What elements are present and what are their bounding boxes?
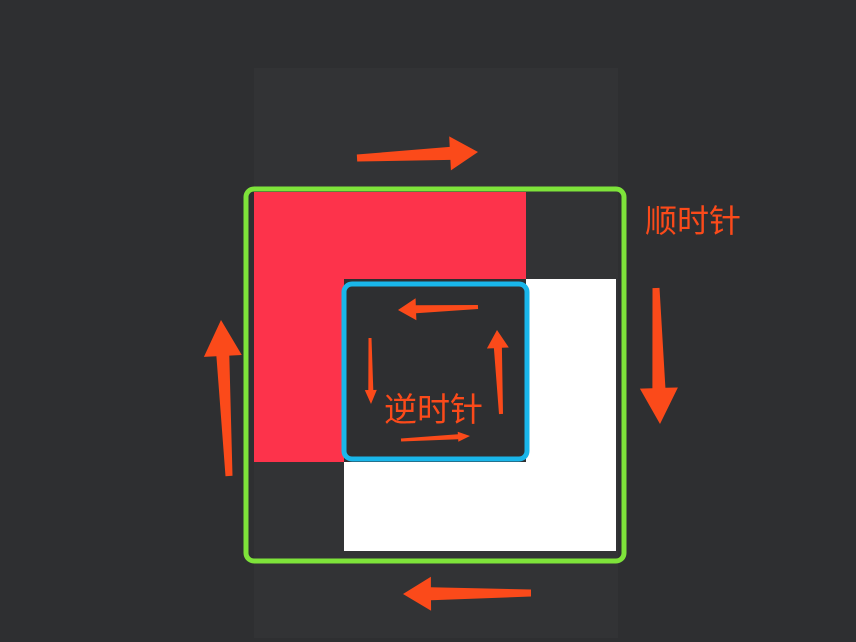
diagram-svg — [203, 68, 678, 638]
diagram-canvas: 顺时针 逆时针 — [0, 0, 856, 638]
counterclockwise-label: 逆时针 — [384, 390, 483, 429]
clockwise-label: 顺时针 — [645, 202, 742, 240]
outer-arrow-up-icon — [203, 320, 242, 477]
outer-arrow-down-icon — [639, 287, 678, 424]
